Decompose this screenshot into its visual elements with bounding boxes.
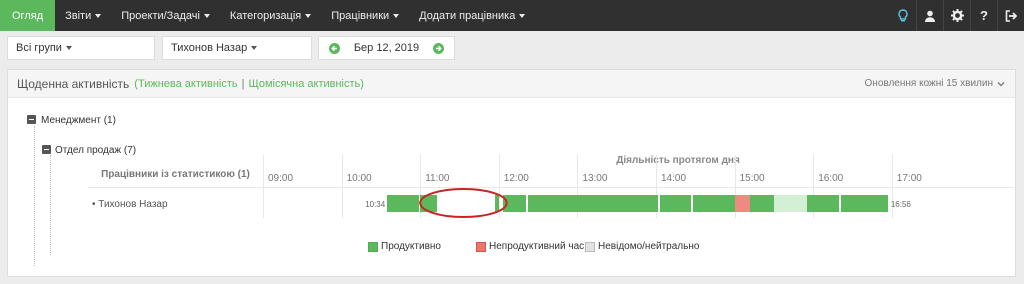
legend-item-neutral: Невідомо/нейтрально — [585, 241, 699, 252]
collapse-icon[interactable] — [27, 115, 36, 124]
legend-item-productive: Продуктивно — [368, 241, 441, 252]
gear-icon[interactable] — [943, 0, 970, 31]
nav-projects[interactable]: Проекти/Задачі — [111, 0, 220, 31]
collapse-icon[interactable] — [42, 145, 51, 154]
chevron-down-icon — [65, 46, 72, 50]
arrow-left-icon — [331, 45, 337, 51]
chevron-down-icon — [251, 46, 258, 50]
arrow-right-icon — [436, 45, 442, 51]
logout-icon[interactable] — [997, 0, 1024, 31]
tree-group-management[interactable]: Менеджмент (1) — [41, 115, 116, 126]
date-picker: Бер 12, 2019 — [318, 36, 455, 60]
panel-header: Щоденна активність (Тижнева активність | Щ… — [8, 70, 1015, 98]
chevron-down-icon — [305, 13, 312, 18]
lightbulb-icon[interactable] — [889, 0, 916, 31]
hour-label: 16:00 — [813, 173, 892, 187]
highlight-ellipse — [419, 188, 508, 218]
legend-label: Продуктивно — [381, 241, 441, 252]
refresh-label: Оновлення кожні 15 хвилин — [864, 78, 993, 89]
nav-add-employee[interactable]: Додати працівника — [409, 0, 535, 31]
chevron-down-icon — [95, 13, 102, 18]
nav-projects-label: Проекти/Задачі — [121, 9, 200, 22]
hour-label: 17:00 — [891, 173, 971, 187]
table-row: • Тихонов Назар 10:34 16:56 — [88, 187, 1014, 218]
hour-label: 10:00 — [341, 173, 421, 187]
chevron-down-icon — [393, 13, 400, 18]
group-select-value: Всі групи — [16, 42, 62, 54]
tree-line — [34, 126, 35, 266]
chevron-down-icon — [519, 13, 526, 18]
legend-swatch — [585, 241, 595, 252]
next-day-button[interactable] — [433, 42, 444, 54]
panel-title: Щоденна активність — [17, 76, 130, 91]
user-icon[interactable] — [916, 0, 943, 31]
group-select[interactable]: Всі групи — [7, 36, 155, 60]
hour-label: 11:00 — [420, 173, 499, 187]
refresh-interval-toggle[interactable]: Оновлення кожні 15 хвилин — [865, 78, 1005, 89]
nav-employees-label: Працівники — [331, 9, 390, 22]
date-value[interactable]: Бер 12, 2019 — [354, 42, 419, 54]
legend-label: Непродуктивний час — [489, 241, 585, 252]
employees-column-label: Працівники із статистикою (1) — [101, 169, 250, 180]
tree-line — [50, 155, 51, 255]
nav-employees[interactable]: Працівники — [321, 0, 409, 31]
monthly-activity-link[interactable]: Щомісячна активність — [249, 78, 361, 90]
hour-label: 12:00 — [498, 173, 578, 187]
top-nav: Огляд Звіти Проекти/Задачі Категоризація… — [0, 0, 1024, 31]
link-separator: | — [241, 77, 245, 90]
activity-timeline: Діяльність протягом дня Працівники із ст… — [88, 155, 1014, 218]
legend-label: Невідомо/нейтрально — [598, 241, 700, 252]
chevron-down-icon — [997, 81, 1005, 86]
nav-categorization-label: Категоризація — [229, 9, 302, 22]
nav-add-employee-label: Додати працівника — [419, 9, 516, 22]
timeline-title: Діяльність протягом дня — [616, 155, 740, 166]
legend-swatch — [476, 241, 486, 252]
hour-label: 13:00 — [577, 173, 656, 187]
paren-close: ) — [360, 77, 364, 90]
nav-overview-label: Огляд — [12, 9, 44, 22]
legend-item-unproductive: Непродуктивний час — [476, 241, 584, 252]
weekly-activity-link[interactable]: Тижнева активність — [138, 78, 238, 90]
previous-day-button[interactable] — [329, 42, 340, 54]
chevron-down-icon — [203, 13, 210, 18]
daily-activity-panel: Щоденна активність (Тижнева активність | Щ… — [7, 69, 1016, 277]
employee-select[interactable]: Тихонов Назар — [162, 36, 312, 60]
nav-reports-label: Звіти — [65, 9, 92, 22]
nav-overview[interactable]: Огляд — [0, 0, 56, 31]
nav-categorization[interactable]: Категоризація — [220, 0, 321, 31]
highlight-circle — [419, 188, 508, 218]
hour-label: 15:00 — [734, 173, 814, 187]
help-icon[interactable]: ? — [970, 0, 997, 31]
nav-reports[interactable]: Звіти — [55, 0, 111, 31]
employee-select-value: Тихонов Назар — [171, 42, 248, 54]
hour-label: 14:00 — [656, 173, 735, 187]
legend-swatch — [368, 241, 378, 252]
hour-label: 09:00 — [263, 173, 342, 187]
